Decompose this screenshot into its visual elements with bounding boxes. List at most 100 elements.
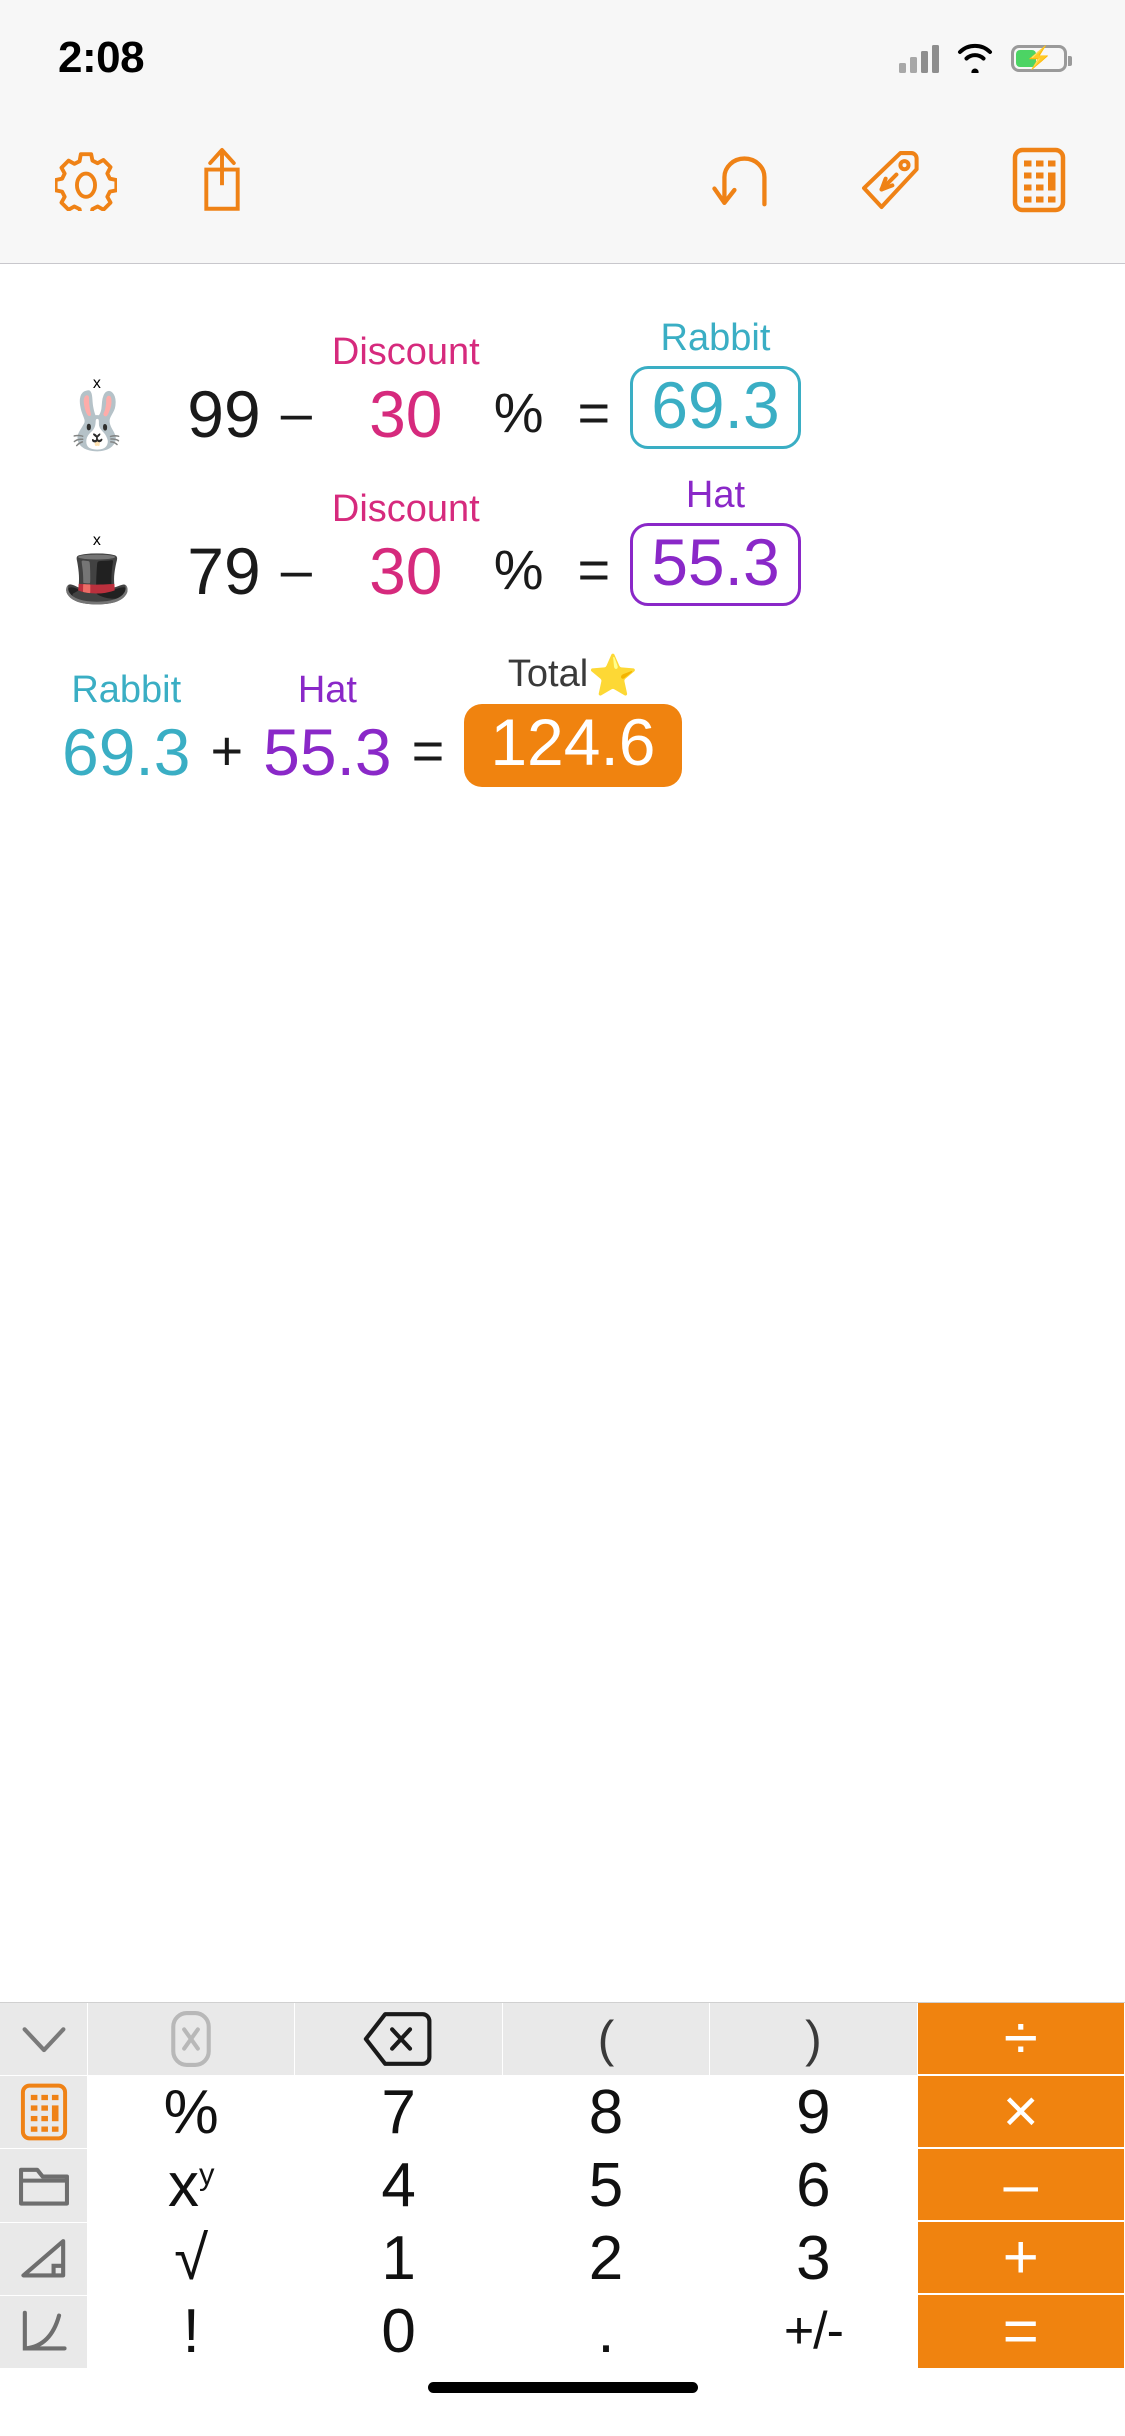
- percent-operator: %: [493, 381, 544, 445]
- decimal-point-key[interactable]: .: [502, 2295, 711, 2368]
- keypad-side-column: [0, 2003, 88, 2369]
- clear-all-icon: [171, 2011, 211, 2067]
- label-button[interactable]: [845, 134, 937, 226]
- top-toolbar: [0, 96, 1125, 264]
- equals-operator: =: [577, 538, 611, 602]
- digit-5-key[interactable]: 5: [502, 2149, 711, 2222]
- operand1-cell[interactable]: x 99: [187, 332, 260, 449]
- settings-button[interactable]: [40, 134, 132, 226]
- total-result-box: 124.6: [464, 704, 682, 788]
- calculator-app-screen: 2:08 ⚡ x 🐰 99 – Discount 30 % = Rabbit 6…: [0, 0, 1125, 2436]
- result-box: 55.3: [630, 522, 801, 607]
- close-paren-key[interactable]: ): [710, 2003, 918, 2076]
- digit-1-key[interactable]: 1: [295, 2222, 503, 2295]
- minus-operator: –: [280, 538, 312, 602]
- digit-4-key[interactable]: 4: [295, 2149, 503, 2222]
- total-label-text: Total: [507, 653, 589, 696]
- toolbar-left-group: [0, 134, 268, 226]
- undo-arrow-icon: [712, 156, 767, 206]
- status-bar: 2:08 ⚡: [0, 0, 1125, 96]
- backspace-icon: [363, 2012, 432, 2066]
- result-cell[interactable]: Hat 55.3: [630, 474, 801, 607]
- digit-0-key[interactable]: 0: [295, 2295, 503, 2368]
- status-bar-time: 2:08: [58, 33, 145, 82]
- operand2-cell[interactable]: Discount 30: [331, 488, 480, 606]
- sqrt-key[interactable]: √: [88, 2222, 296, 2295]
- keypad-toggle-button[interactable]: [993, 134, 1085, 226]
- sign-toggle-key[interactable]: +/-: [710, 2295, 918, 2368]
- keypad-grid: ( ) ÷ % 7 8 9 × xy 4 5 6 – √ 1 2 3 + ! 0…: [88, 2003, 1125, 2368]
- result-value: 69.3: [651, 367, 780, 442]
- equals-operator: =: [577, 381, 611, 445]
- operand1-operator-spacer: [132, 542, 188, 606]
- digit-8-key[interactable]: 8: [502, 2076, 711, 2149]
- equals-key[interactable]: =: [917, 2295, 1125, 2368]
- digit-9-key[interactable]: 9: [710, 2076, 918, 2149]
- clear-key[interactable]: [88, 2003, 296, 2076]
- percent-key[interactable]: %: [88, 2076, 296, 2149]
- calculator-icon: [20, 2083, 67, 2141]
- share-button[interactable]: [176, 134, 268, 226]
- operand2-value: 30: [369, 376, 443, 451]
- operand1-operator-spacer: [132, 385, 188, 449]
- chevron-down-icon: [22, 2027, 65, 2053]
- total-operand1-cell[interactable]: Rabbit 69.3: [62, 670, 190, 787]
- operand2-cell[interactable]: Discount 30: [331, 331, 480, 451]
- keypad: ( ) ÷ % 7 8 9 × xy 4 5 6 – √ 1 2 3 + ! 0…: [0, 2002, 1125, 2369]
- side-key-graph[interactable]: [0, 2295, 88, 2369]
- open-paren-key[interactable]: (: [502, 2003, 711, 2076]
- home-indicator-area: [0, 2368, 1125, 2436]
- calc-row-rabbit[interactable]: x 🐰 x 99 – Discount 30 % = Rabbit 69.3: [0, 317, 1125, 453]
- power-key[interactable]: xy: [88, 2149, 296, 2222]
- total-result-label: Total⭐: [507, 653, 638, 699]
- operand1-cell[interactable]: x 79: [187, 489, 260, 606]
- status-bar-indicators: ⚡: [899, 43, 1072, 73]
- operand2-label: Discount: [331, 488, 480, 531]
- percent-operator: %: [493, 538, 544, 602]
- plus-operator: +: [210, 719, 244, 783]
- subtract-key[interactable]: –: [917, 2149, 1125, 2222]
- digit-3-key[interactable]: 3: [710, 2222, 918, 2295]
- folder-icon: [18, 2167, 69, 2206]
- tag-icon: [862, 150, 919, 209]
- result-box: 69.3: [630, 365, 801, 450]
- multiply-key[interactable]: ×: [917, 2076, 1125, 2149]
- row-emoji-cell: x 🎩: [62, 532, 132, 610]
- side-key-geometry[interactable]: [0, 2222, 88, 2296]
- side-key-calculator[interactable]: [0, 2076, 88, 2150]
- total-operand1-value: 69.3: [62, 715, 191, 790]
- top-hat-emoji: 🎩: [62, 546, 132, 610]
- digit-6-key[interactable]: 6: [710, 2149, 918, 2222]
- result-cell[interactable]: Rabbit 69.3: [630, 317, 801, 450]
- cellular-signal-icon: [899, 43, 939, 73]
- gear-icon: [55, 151, 117, 211]
- divide-key[interactable]: ÷: [917, 2003, 1125, 2076]
- equals-operator: =: [411, 719, 445, 783]
- operand1-value: 99: [187, 376, 261, 451]
- collapse-keypad-key[interactable]: [0, 2003, 88, 2077]
- wifi-icon: [958, 43, 992, 73]
- total-operand2-label: Hat: [297, 669, 357, 712]
- operand2-label: Discount: [331, 331, 480, 373]
- home-indicator[interactable]: [427, 2382, 698, 2393]
- battery-charging-icon: ⚡: [1011, 44, 1072, 72]
- total-operand2-value: 55.3: [263, 715, 392, 790]
- digit-7-key[interactable]: 7: [295, 2076, 503, 2149]
- right-triangle-icon: [20, 2238, 65, 2278]
- calc-row-hat[interactable]: x 🎩 x 79 – Discount 30 % = Hat 55.3: [0, 474, 1125, 610]
- total-operand2-cell[interactable]: Hat 55.3: [263, 670, 391, 787]
- share-up-arrow-icon: [204, 147, 240, 211]
- rabbit-face-emoji: 🐰: [62, 389, 132, 453]
- row-emoji-cell: x 🐰: [62, 375, 132, 453]
- calculation-tape: x 🐰 x 99 – Discount 30 % = Rabbit 69.3: [0, 264, 1125, 2002]
- digit-2-key[interactable]: 2: [502, 2222, 711, 2295]
- factorial-key[interactable]: !: [88, 2295, 296, 2368]
- add-key[interactable]: +: [917, 2222, 1125, 2295]
- undo-button[interactable]: [697, 134, 789, 226]
- side-key-folder[interactable]: [0, 2149, 88, 2223]
- backspace-key[interactable]: [295, 2003, 503, 2076]
- calc-row-total[interactable]: Rabbit 69.3 + Hat 55.3 = Total⭐ 124.6: [0, 653, 1125, 788]
- total-result-cell[interactable]: Total⭐ 124.6: [464, 653, 682, 788]
- graph-curve-icon: [22, 2310, 67, 2351]
- star-emoji: ⭐: [588, 654, 638, 699]
